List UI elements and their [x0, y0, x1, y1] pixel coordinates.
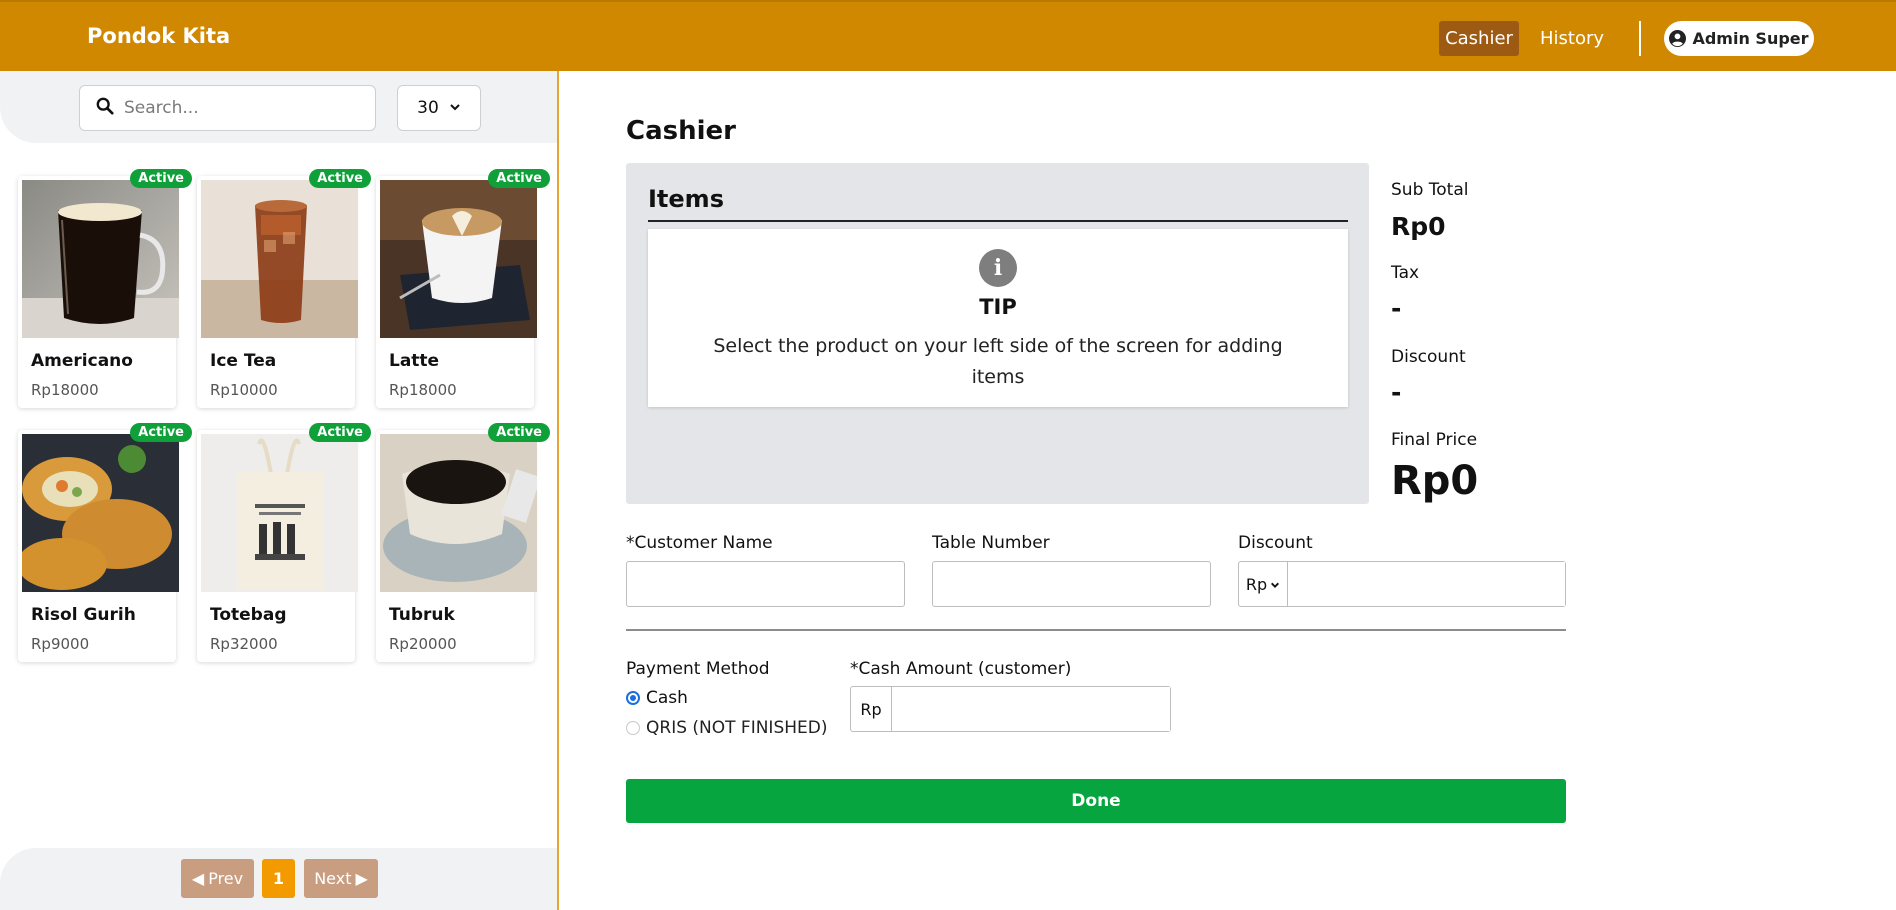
search-icon [96, 97, 114, 119]
triangle-left-icon: ◀ [191, 869, 205, 888]
cash-currency-prefix: Rp [851, 687, 892, 731]
cash-amount-input[interactable] [892, 687, 1170, 731]
totebag-image [201, 434, 358, 592]
product-name: Ice Tea [210, 351, 277, 371]
customer-name-label: *Customer Name [626, 533, 773, 553]
product-price: Rp18000 [389, 381, 457, 399]
final-price-label: Final Price [1391, 430, 1478, 450]
status-badge: Active [488, 423, 550, 442]
page-number-button[interactable]: 1 [262, 859, 295, 898]
prev-label: Prev [208, 869, 244, 888]
search-field[interactable] [79, 85, 376, 131]
info-icon: i [979, 249, 1017, 287]
product-grid: Active Americano Rp18000 Active Ice Tea … [18, 169, 550, 662]
done-button[interactable]: Done [626, 779, 1566, 823]
status-badge: Active [309, 169, 371, 188]
radio-cash[interactable] [626, 691, 640, 705]
discount-input[interactable] [1288, 562, 1565, 606]
status-badge: Active [130, 169, 192, 188]
items-panel: Items i TIP Select the product on your l… [626, 163, 1369, 504]
product-card[interactable]: Active Tubruk Rp20000 [376, 423, 550, 662]
product-card[interactable]: Active Ice Tea Rp10000 [197, 169, 371, 408]
nav-cashier[interactable]: Cashier [1439, 21, 1519, 56]
product-card[interactable]: Active Latte Rp18000 [376, 169, 550, 408]
discount-input-wrap [1288, 562, 1565, 606]
nav-divider [1639, 21, 1641, 56]
product-name: Tubruk [389, 605, 455, 625]
search-bar-area: 30 [0, 71, 557, 143]
final-price-value: Rp0 [1391, 458, 1479, 504]
form-divider [626, 629, 1566, 631]
payment-option-label: QRIS (NOT FINISHED) [646, 718, 828, 738]
subtotal-value: Rp0 [1391, 212, 1446, 241]
customer-name-field[interactable] [626, 561, 905, 607]
discount-unit-value: Rp [1245, 574, 1268, 594]
payment-option-qris[interactable]: QRIS (NOT FINISHED) [626, 718, 827, 738]
status-badge: Active [130, 423, 192, 442]
triangle-right-icon: ▶ [355, 869, 368, 888]
pagination: ◀ Prev 1 Next ▶ [0, 848, 557, 910]
chevron-down-icon [449, 98, 461, 118]
product-price: Rp32000 [210, 635, 278, 653]
cash-amount-label: *Cash Amount (customer) [850, 659, 1072, 679]
iced-tea-image [201, 180, 358, 338]
user-circle-icon [1669, 30, 1687, 47]
discount-summary-value: - [1391, 378, 1402, 407]
product-name: Risol Gurih [31, 605, 136, 625]
product-price: Rp18000 [31, 381, 99, 399]
search-input[interactable] [124, 98, 354, 118]
tax-value: - [1391, 294, 1402, 323]
user-menu-button[interactable]: Admin Super [1664, 21, 1814, 56]
items-heading: Items [648, 185, 724, 213]
table-number-field[interactable] [932, 561, 1211, 607]
top-navbar: Pondok Kita Cashier History Admin Super [0, 0, 1896, 71]
tip-title: TIP [979, 295, 1017, 319]
payment-method-label: Payment Method [626, 659, 770, 679]
product-card[interactable]: Active Americano Rp18000 [18, 169, 192, 408]
cash-amount-field: Rp [850, 686, 1171, 732]
product-price: Rp10000 [210, 381, 278, 399]
radio-qris[interactable] [626, 721, 640, 735]
table-number-input[interactable] [933, 562, 1210, 606]
items-divider [648, 220, 1348, 222]
product-price: Rp9000 [31, 635, 90, 653]
payment-option-label: Cash [646, 688, 688, 708]
discount-label: Discount [1238, 533, 1313, 553]
product-panel: 30 Active Americano Rp18000 [0, 71, 559, 910]
product-name: Latte [389, 351, 440, 371]
product-card[interactable]: Active Totebag Rp32000 [197, 423, 371, 662]
per-page-value: 30 [417, 98, 439, 118]
customer-name-input[interactable] [627, 562, 904, 606]
coffee-glass-image [22, 180, 179, 338]
chevron-down-icon [1270, 575, 1280, 594]
page-title: Cashier [626, 116, 736, 146]
discount-field: Rp [1238, 561, 1566, 607]
risoles-image [22, 434, 179, 592]
per-page-select[interactable]: 30 [397, 85, 481, 131]
latte-cup-image [380, 180, 537, 338]
product-name: Americano [31, 351, 133, 371]
product-price: Rp20000 [389, 635, 457, 653]
product-card[interactable]: Active Risol Gurih Rp9000 [18, 423, 192, 662]
discount-summary-label: Discount [1391, 347, 1466, 367]
nav-history[interactable]: History [1540, 21, 1604, 56]
brand-logo[interactable]: Pondok Kita [87, 24, 230, 48]
tax-label: Tax [1391, 263, 1420, 283]
subtotal-label: Sub Total [1391, 180, 1469, 200]
discount-unit-select[interactable]: Rp [1239, 562, 1288, 606]
user-name: Admin Super [1692, 29, 1809, 48]
tip-card: i TIP Select the product on your left si… [648, 229, 1348, 407]
next-label: Next [314, 869, 352, 888]
black-coffee-cup-image [380, 434, 537, 592]
cash-input-wrap [892, 687, 1170, 731]
next-page-button[interactable]: Next ▶ [304, 859, 378, 898]
payment-option-cash[interactable]: Cash [626, 688, 688, 708]
prev-page-button[interactable]: ◀ Prev [181, 859, 254, 898]
status-badge: Active [309, 423, 371, 442]
tip-text: Select the product on your left side of … [713, 335, 1283, 388]
product-name: Totebag [210, 605, 287, 625]
status-badge: Active [488, 169, 550, 188]
table-number-label: Table Number [932, 533, 1050, 553]
